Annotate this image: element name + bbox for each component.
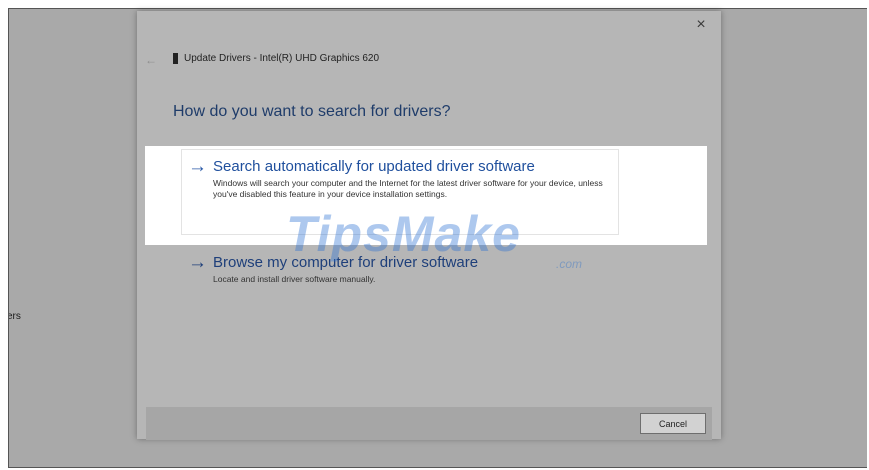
back-arrow-icon[interactable]: ← bbox=[145, 53, 157, 67]
cancel-button[interactable]: Cancel bbox=[640, 413, 706, 434]
option-description: Locate and install driver software manua… bbox=[213, 274, 376, 284]
search-automatically-option[interactable]: → Search automatically for updated drive… bbox=[188, 156, 618, 200]
option-description: Windows will search your computer and th… bbox=[213, 178, 603, 199]
watermark-logo: TipsMake bbox=[286, 206, 521, 262]
dialog-title: Update Drivers - Intel(R) UHD Graphics 6… bbox=[184, 53, 380, 64]
option-title: Search automatically for updated driver … bbox=[213, 158, 535, 175]
dialog-footer bbox=[146, 407, 712, 440]
close-icon[interactable]: × bbox=[691, 15, 711, 35]
watermark-suffix: .com bbox=[556, 257, 583, 271]
dialog-heading: How do you want to search for drivers? bbox=[173, 103, 451, 120]
dialog-titlebar: Update Drivers - Intel(R) UHD Graphics 6… bbox=[173, 53, 379, 64]
arrow-right-icon: → bbox=[188, 156, 207, 177]
background-text: ers bbox=[8, 311, 21, 322]
arrow-right-icon: → bbox=[188, 252, 207, 273]
device-icon bbox=[173, 53, 178, 64]
